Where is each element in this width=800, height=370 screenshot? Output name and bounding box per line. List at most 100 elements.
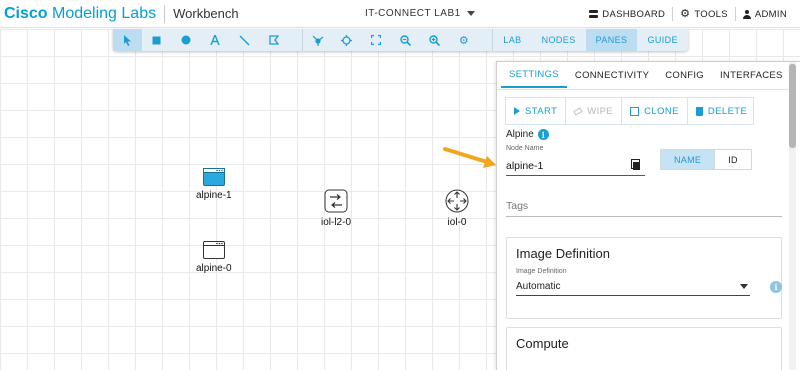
add-node-tool[interactable] [303,29,332,51]
tab-interfaces[interactable]: INTERFACES [712,62,791,88]
app-header: Cisco Modeling Labs Workbench IT-CONNECT… [0,0,800,28]
lab-selector[interactable]: IT-CONNECT LAB1 [365,8,475,19]
switch-icon [324,189,348,213]
image-definition-select[interactable]: Automatic [516,278,750,296]
compute-card: Compute [506,327,782,370]
user-icon [742,9,751,19]
tab-divider [497,89,790,90]
wipe-label: WIPE [587,105,614,117]
fit-view-tool[interactable] [362,29,391,51]
scrollbar-thumb[interactable] [789,64,796,148]
image-definition-card: Image Definition Image Definition Automa… [506,237,782,319]
tab-panes[interactable]: PANES [585,29,638,51]
zoom-out-icon [400,34,411,46]
clone-button[interactable]: CLONE [622,98,688,124]
pane-tabs: SETTINGS CONNECTIVITY CONFIG INTERFACES [497,62,800,88]
gear-icon: ⚙ [458,34,469,47]
server-icon [202,168,225,186]
id-toggle-button[interactable]: ID [714,150,751,169]
dashboard-label: DASHBOARD [602,8,666,20]
node-name-label: Node Name [506,145,544,152]
polygon-icon [268,35,279,45]
node-label: iol-0 [447,217,467,228]
copy-icon[interactable] [631,159,640,170]
admin-menu[interactable]: ADMIN [736,9,794,20]
brand-product: Modeling Labs [47,4,157,22]
crosshair-icon [341,34,353,46]
tags-input[interactable]: Tags [506,195,782,217]
dashboard-icon [589,9,599,19]
brand-name: Cisco [4,4,48,22]
info-icon[interactable]: i [537,129,549,140]
zoom-in-icon [429,34,441,46]
chevron-down-icon [466,11,475,16]
node-iol-l2-0[interactable]: iol-l2-0 [321,189,351,228]
zoom-out-tool[interactable] [391,29,420,51]
node-actions: START WIPE CLONE DELETE [505,97,754,125]
canvas-toolbar: ⚙ LAB NODES PANES GUIDE [113,29,688,51]
tags-placeholder: Tags [506,200,529,212]
brand-logo[interactable]: Cisco Modeling Labs [4,5,156,23]
admin-label: ADMIN [754,8,787,20]
tab-connectivity[interactable]: CONNECTIVITY [567,62,657,88]
node-label: alpine-0 [196,263,232,274]
image-definition-label: Image Definition [516,268,567,275]
freeform-tool[interactable] [259,29,288,51]
node-alpine-1[interactable]: alpine-1 [196,168,232,201]
info-icon[interactable]: i [770,281,782,293]
start-button[interactable]: START [506,98,567,124]
add-node-icon [312,35,324,46]
text-icon [210,35,220,45]
square-icon [152,36,161,44]
annotation-arrow [443,147,496,168]
header-divider [164,4,166,23]
eraser-icon [573,106,583,116]
node-label: iol-l2-0 [321,217,352,228]
server-icon [202,241,225,259]
node-settings-pane: SETTINGS CONNECTIVITY CONFIG INTERFACES … [496,61,800,370]
pointer-icon [124,34,132,46]
router-icon [445,189,469,213]
node-iol-0[interactable]: iol-0 [445,189,469,228]
tab-guide[interactable]: GUIDE [637,29,688,51]
tab-lab[interactable]: LAB [493,29,531,51]
text-tool[interactable] [201,29,230,51]
delete-button[interactable]: DELETE [688,98,755,124]
rectangle-tool[interactable] [142,29,171,51]
pane-scrollbar[interactable] [789,62,796,370]
tools-menu[interactable]: ⚙ TOOLS [673,9,735,20]
delete-label: DELETE [707,105,748,117]
image-definition-title: Image Definition [516,246,610,261]
node-type-text: Alpine [506,129,534,140]
chevron-down-icon [740,284,748,289]
line-tool[interactable] [230,29,259,51]
clone-icon [630,106,640,116]
wipe-button[interactable]: WIPE [566,98,623,124]
tab-config[interactable]: CONFIG [657,62,712,88]
center-view-tool[interactable] [332,29,361,51]
pointer-tool[interactable] [113,29,143,51]
circle-icon [181,35,191,45]
ellipse-tool[interactable] [171,29,200,51]
dashboard-link[interactable]: DASHBOARD [582,9,672,20]
label-mode-toggle: NAME ID [660,149,752,170]
compute-title: Compute [516,336,569,351]
trash-icon [695,106,703,116]
tab-nodes[interactable]: NODES [532,29,586,51]
node-type-label: Alpine i [506,129,549,140]
gear-icon: ⚙ [680,8,691,20]
node-alpine-0[interactable]: alpine-0 [196,241,232,274]
fit-screen-icon [371,35,382,45]
image-definition-value: Automatic [516,281,561,292]
name-toggle-button[interactable]: NAME [661,150,715,169]
header-menu: DASHBOARD ⚙ TOOLS ADMIN [582,7,794,21]
app-title: Workbench [173,6,239,21]
node-name-input[interactable] [506,156,645,176]
canvas-settings-tool[interactable]: ⚙ [449,29,478,51]
play-icon [514,107,520,115]
node-label: alpine-1 [196,190,232,201]
zoom-in-tool[interactable] [420,29,449,51]
lab-name: IT-CONNECT LAB1 [365,8,461,19]
tab-settings[interactable]: SETTINGS [501,62,567,88]
line-icon [239,35,250,45]
